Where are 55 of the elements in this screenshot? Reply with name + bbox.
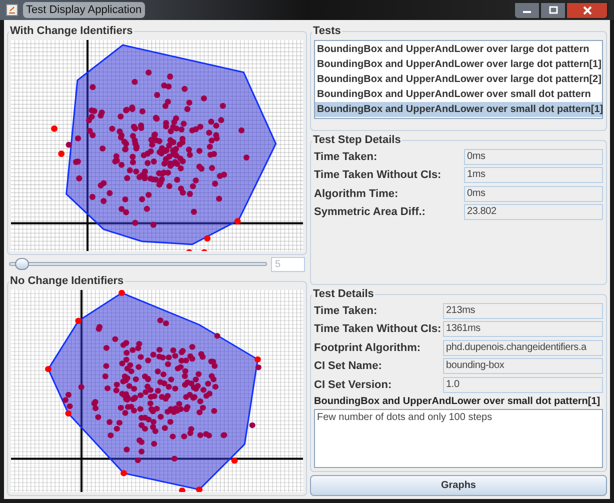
change-identifier-point [231,457,238,464]
change-identifier-point [45,365,52,372]
value-field: 1.0 [443,376,603,393]
change-identifier-point [58,150,65,156]
test-item[interactable]: BoundingBox and UpperAndLower over large dot pattern [315,42,602,56]
change-identifier-point [75,317,82,324]
panel-title: Test Details [312,287,375,302]
value-field: 0ms [464,148,603,165]
change-identifier-point [196,486,202,492]
field-label: Time Taken: [314,304,378,318]
field-label: CI Set Name: [314,359,383,374]
window-title: Test Display Application [23,2,145,18]
description-box[interactable]: Few number of dots and only 100 steps [314,409,603,468]
test-name: BoundingBox and UpperAndLower over small dot pattern[1] [314,395,602,409]
value-field: 1ms [464,167,603,184]
panel-title: No Change Identifiers [9,274,125,289]
change-identifier-point [178,486,186,492]
change-identifier-point [201,248,208,251]
panel-title: Tests [312,24,342,39]
value-field: bounding-box [443,358,603,374]
change-identifier-point [234,218,241,224]
value-field: 213ms [443,302,603,319]
change-identifier-point [204,234,211,242]
close-icon [582,6,592,14]
field-label: Time Taken Without CIs: [314,322,442,337]
test-item[interactable]: BoundingBox and UpperAndLower over small dot pattern[1] [315,102,602,116]
field-label: Time Taken Without CIs: [314,168,442,183]
graphs-button[interactable]: Graphs [310,475,607,496]
close-button[interactable] [566,2,608,18]
panel-title: Test Step Details [312,133,402,148]
change-identifier-point [118,290,125,296]
field-label: Time Taken: [314,150,378,164]
step-slider[interactable] [9,257,267,271]
maximize-button[interactable] [540,2,566,18]
value-field: 0ms [464,186,603,202]
test-item[interactable]: BoundingBox and UpperAndLower over small dot pattern [315,86,602,102]
field-label: Algorithm Time: [314,186,400,202]
maximize-icon [548,6,558,14]
field-label: Footprint Algorithm: [314,340,422,356]
slider-thumb[interactable] [14,258,29,270]
change-identifier-point [51,124,58,132]
change-identifier-point [186,248,192,251]
value-field: 1361ms [443,321,603,338]
field-label: CI Set Version: [314,378,393,392]
test-item[interactable]: BoundingBox and UpperAndLower over large dot pattern[1] [315,56,602,72]
app-icon [6,4,18,16]
value-field: phd.dupenois.changeidentifiers.a [443,340,603,356]
field-label: Symmetric Area Diff.: [314,205,426,220]
value-field: 23.802 [464,204,603,220]
change-identifier-point [254,356,261,362]
minimize-button[interactable] [514,2,540,18]
change-identifier-point [65,410,72,416]
change-identifier-point [120,470,127,476]
test-item[interactable]: BoundingBox and UpperAndLower over large dot pattern[2] [315,72,602,86]
panel-title: With Change Identifiers [9,24,134,39]
